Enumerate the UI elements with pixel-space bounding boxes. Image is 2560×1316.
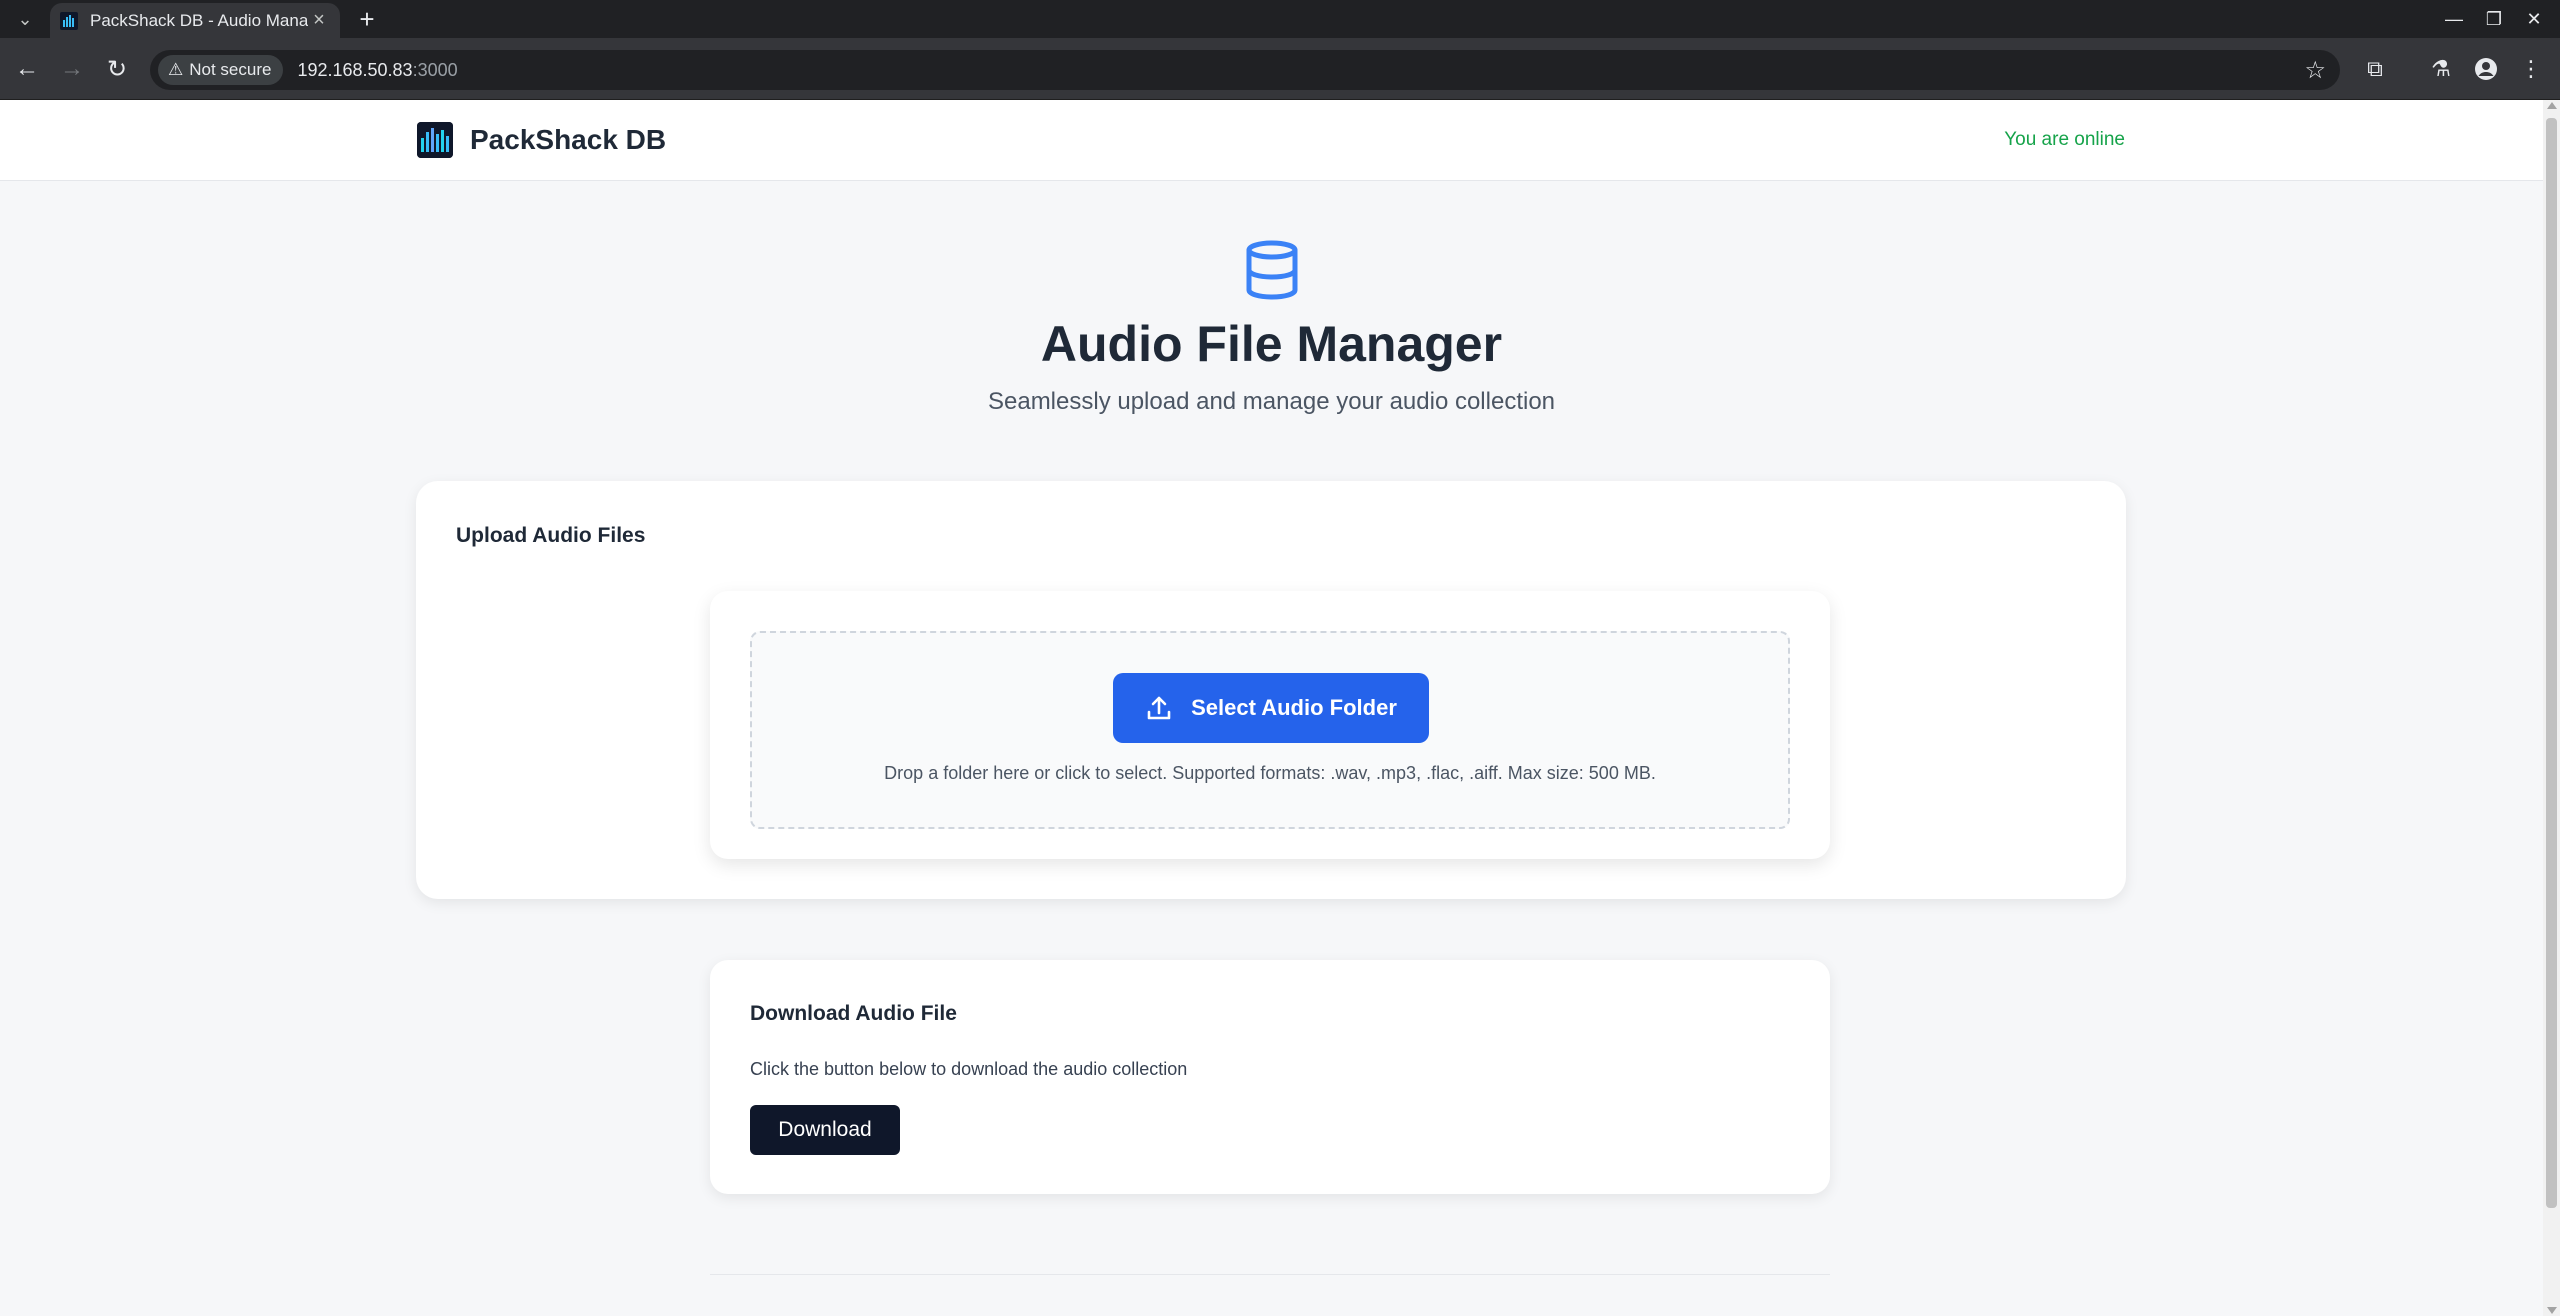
tab-title: PackShack DB - Audio Manager bbox=[90, 10, 308, 30]
app-header: PackShack DB You are online bbox=[0, 100, 2543, 181]
page-title: Audio File Manager bbox=[1040, 316, 1503, 372]
upload-panel: Select Audio Folder Drop a folder here o… bbox=[710, 591, 1830, 859]
tab-favicon-icon bbox=[60, 11, 78, 30]
upload-card: Upload Audio Files Select Audio Folder D… bbox=[416, 481, 2126, 899]
browser-menu-icon[interactable]: ⋮ bbox=[2514, 52, 2548, 86]
tab-search-chevron-icon[interactable]: ⌄ bbox=[12, 8, 38, 30]
page-subtitle: Seamlessly upload and manage your audio … bbox=[987, 388, 1556, 415]
security-label: Not secure bbox=[189, 60, 272, 79]
address-bar[interactable]: ⚠ Not secure 192.168.50.83:3000 ☆ bbox=[150, 50, 2340, 90]
extensions-icon[interactable]: ⧉ bbox=[2358, 52, 2392, 86]
warning-icon: ⚠ bbox=[168, 60, 184, 79]
reload-icon[interactable]: ↻ bbox=[100, 52, 134, 86]
upload-icon bbox=[1147, 696, 1171, 720]
footer-divider bbox=[710, 1274, 1830, 1275]
page-scrollbar[interactable] bbox=[2543, 100, 2560, 1316]
forward-icon[interactable]: → bbox=[55, 52, 89, 86]
url-port: :3000 bbox=[412, 59, 458, 80]
dropzone-hint: Drop a folder here or click to select. S… bbox=[884, 763, 1656, 783]
url-text[interactable]: 192.168.50.83:3000 bbox=[297, 60, 457, 81]
download-card: Download Audio File Click the button bel… bbox=[710, 960, 1830, 1194]
select-audio-folder-label: Select Audio Folder bbox=[1191, 695, 1397, 720]
download-card-title: Download Audio File bbox=[750, 1002, 957, 1025]
tab-close-icon[interactable]: × bbox=[308, 9, 330, 32]
scroll-up-arrow-icon[interactable] bbox=[2547, 102, 2557, 109]
download-description: Click the button below to download the a… bbox=[750, 1059, 1188, 1079]
close-window-icon[interactable]: ✕ bbox=[2514, 4, 2554, 34]
minimize-icon[interactable]: — bbox=[2434, 4, 2474, 34]
packshack-logo bbox=[417, 122, 453, 158]
browser-tab-bar: ⌄ PackShack DB - Audio Manager × + — ❐ ✕ bbox=[0, 0, 2560, 38]
scroll-down-arrow-icon[interactable] bbox=[2547, 1307, 2557, 1314]
browser-tab[interactable]: PackShack DB - Audio Manager × bbox=[50, 3, 340, 38]
page-viewport: PackShack DB You are online Audio File M… bbox=[0, 100, 2560, 1316]
labs-flask-icon[interactable]: ⚗ bbox=[2424, 52, 2458, 86]
database-icon bbox=[1246, 240, 1298, 300]
online-status: You are online bbox=[2004, 129, 2125, 150]
upload-card-title: Upload Audio Files bbox=[456, 524, 646, 547]
bookmark-star-icon[interactable]: ☆ bbox=[2304, 56, 2326, 85]
folder-dropzone[interactable]: Select Audio Folder Drop a folder here o… bbox=[750, 631, 1790, 829]
security-chip[interactable]: ⚠ Not secure bbox=[158, 55, 284, 85]
new-tab-icon[interactable]: + bbox=[352, 4, 382, 34]
download-button[interactable]: Download bbox=[750, 1105, 900, 1155]
select-audio-folder-button[interactable]: Select Audio Folder bbox=[1113, 673, 1429, 743]
brand-name[interactable]: PackShack DB bbox=[470, 124, 666, 156]
browser-toolbar: ← → ↻ ⚠ Not secure 192.168.50.83:3000 ☆ … bbox=[0, 38, 2560, 100]
scrollbar-thumb[interactable] bbox=[2546, 118, 2557, 1208]
url-host: 192.168.50.83 bbox=[297, 59, 413, 80]
back-icon[interactable]: ← bbox=[10, 52, 44, 86]
profile-avatar-icon[interactable] bbox=[2469, 52, 2503, 86]
restore-icon[interactable]: ❐ bbox=[2474, 4, 2514, 34]
